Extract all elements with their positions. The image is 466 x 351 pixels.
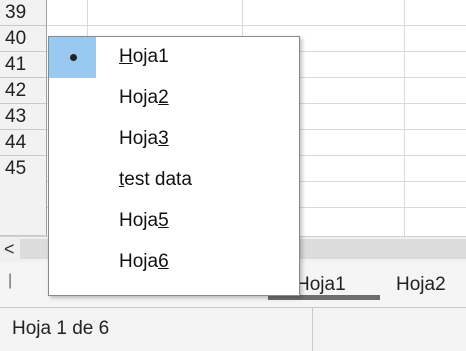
menu-check-gutter: [49, 242, 96, 283]
tab-label: Hoja1: [296, 274, 346, 295]
row-header-41[interactable]: 41: [0, 52, 47, 78]
menu-item-hoja5[interactable]: Hoja5: [49, 201, 299, 242]
menu-check-gutter: [49, 37, 96, 78]
accelerator-key: H: [119, 46, 133, 67]
tab-label: Hoja2: [396, 274, 446, 295]
accelerator-key: 2: [158, 87, 169, 108]
accelerator-key: 5: [158, 210, 169, 231]
row-header-39[interactable]: 39: [0, 0, 47, 26]
sheet-list-menu: Hoja1 Hoja2 Hoja3 test data Hoja5 Hoja6: [48, 36, 300, 296]
menu-item-label: Hoja5: [119, 210, 169, 231]
sheet-position-status: Hoja 1 de 6: [12, 318, 110, 339]
menu-item-hoja2[interactable]: Hoja2: [49, 78, 299, 119]
menu-check-gutter: [49, 201, 96, 242]
row-header-43[interactable]: 43: [0, 104, 47, 130]
menu-check-gutter: [49, 78, 96, 119]
accelerator-key: 3: [158, 128, 169, 149]
menu-item-label: Hoja1: [119, 46, 169, 67]
accelerator-key: 6: [158, 251, 169, 272]
row-header-45[interactable]: 45: [0, 156, 47, 236]
tab-hoja2[interactable]: Hoja2: [396, 270, 446, 300]
menu-check-gutter: [49, 119, 96, 160]
menu-check-gutter: [49, 160, 96, 201]
status-divider: [312, 308, 313, 351]
menu-item-label: Hoja6: [119, 251, 169, 272]
menu-item-hoja3[interactable]: Hoja3: [49, 119, 299, 160]
row-header-40[interactable]: 40: [0, 26, 47, 52]
scroll-left-icon[interactable]: <: [4, 237, 15, 261]
radio-bullet-icon: [70, 54, 77, 61]
row-header-42[interactable]: 42: [0, 78, 47, 104]
menu-item-label: Hoja3: [119, 128, 169, 149]
tab-scroll-first-icon[interactable]: |: [8, 272, 12, 290]
status-bar: Hoja 1 de 6: [0, 308, 466, 351]
grid-column-line: [404, 0, 405, 236]
menu-item-hoja6[interactable]: Hoja6: [49, 242, 299, 283]
row-header-44[interactable]: 44: [0, 130, 47, 156]
menu-item-label: Hoja2: [119, 87, 169, 108]
menu-item-label: test data: [119, 169, 192, 190]
menu-item-hoja1[interactable]: Hoja1: [49, 37, 299, 78]
menu-item-test-data[interactable]: test data: [49, 160, 299, 201]
